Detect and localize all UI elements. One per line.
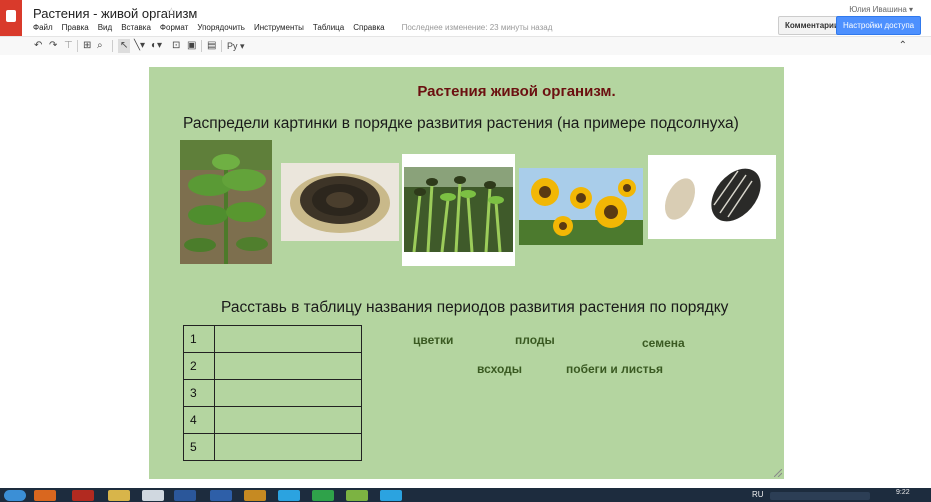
sunflower-seed-head-image[interactable] <box>281 163 399 241</box>
app-icon[interactable] <box>72 490 94 501</box>
table-row: 4 <box>183 406 362 434</box>
app-icon[interactable] <box>346 490 368 501</box>
toolbar: ↶ ↷ ⊤ ⊞ ⌕ ↖ ╲▾ ◐▾ ⊡ ▣ ▤ Ру ▾ ⌃ <box>0 36 931 56</box>
skype-icon[interactable] <box>380 490 402 501</box>
table-answer-cell[interactable] <box>214 325 362 353</box>
textbox-icon[interactable]: ⊡ <box>172 39 180 53</box>
young-sunflower-plant-image[interactable] <box>180 140 272 264</box>
table-row-number: 2 <box>183 352 215 380</box>
sunflower-seeds-image[interactable] <box>648 155 776 239</box>
menu-file[interactable]: Файл <box>33 23 53 32</box>
table-row-number: 3 <box>183 379 215 407</box>
table-answer-cell[interactable] <box>214 352 362 380</box>
word-fruits[interactable]: плоды <box>515 333 555 347</box>
sprouts-image[interactable] <box>402 154 515 266</box>
table-row: 5 <box>183 433 362 461</box>
menu-help[interactable]: Справка <box>353 23 384 32</box>
paint-format-icon[interactable]: ⊤ <box>64 39 73 53</box>
word-seeds[interactable]: семена <box>642 336 685 350</box>
browser-icon[interactable] <box>210 490 232 501</box>
menu-view[interactable]: Вид <box>98 23 112 32</box>
menu-format[interactable]: Формат <box>160 23 188 32</box>
shape-icon[interactable]: ◐▾ <box>151 39 162 53</box>
firefox-icon[interactable] <box>34 490 56 501</box>
user-account[interactable]: Юлия Ивашина ▾ <box>849 5 913 14</box>
table-answer-cell[interactable] <box>214 433 362 461</box>
table-row-number: 1 <box>183 325 215 353</box>
undo-icon[interactable]: ↶ <box>34 39 42 53</box>
menu-table[interactable]: Таблица <box>313 23 344 32</box>
menu-edit[interactable]: Правка <box>62 23 89 32</box>
collapse-icon[interactable]: ⌃ <box>899 39 907 53</box>
zoom-icon[interactable]: ⌕ <box>97 39 103 53</box>
share-button[interactable]: Настройки доступа <box>836 16 922 35</box>
star-icon[interactable]: ☆ <box>166 5 177 19</box>
select-icon[interactable]: ↖ <box>118 39 131 53</box>
redo-icon[interactable]: ↷ <box>49 39 57 53</box>
slides-logo[interactable] <box>0 0 22 36</box>
media-icon[interactable] <box>142 490 164 501</box>
table-answer-cell[interactable] <box>214 379 362 407</box>
line-icon[interactable]: ╲▾ <box>134 39 145 53</box>
keyboard-language[interactable]: RU <box>752 490 764 499</box>
stages-table[interactable]: 1 2 3 4 5 <box>183 325 362 461</box>
os-taskbar: RU 9:22 <box>0 488 931 502</box>
instruction-table[interactable]: Расставь в таблицу названия периодов раз… <box>221 299 728 317</box>
table-row: 2 <box>183 352 362 380</box>
table-row: 1 <box>183 325 362 353</box>
tray-icons[interactable] <box>770 492 870 500</box>
last-edit-status[interactable]: Последнее изменение: 23 минуты назад <box>402 23 553 32</box>
menu-arrange[interactable]: Упорядочить <box>197 23 245 32</box>
resize-handle-icon[interactable] <box>774 469 782 477</box>
word-sprouts[interactable]: всходы <box>477 362 522 376</box>
app-icon[interactable] <box>244 490 266 501</box>
table-answer-cell[interactable] <box>214 406 362 434</box>
zoom-fit-icon[interactable]: ⊞ <box>83 39 91 53</box>
start-button-icon[interactable] <box>4 490 26 501</box>
slide-title[interactable]: Растения живой организм. <box>149 83 784 100</box>
image-icon[interactable]: ▣ <box>187 39 196 53</box>
skype-icon[interactable] <box>278 490 300 501</box>
menu-insert[interactable]: Вставка <box>121 23 151 32</box>
clock[interactable]: 9:22 <box>896 489 910 496</box>
table-row: 3 <box>183 379 362 407</box>
word-shoots-leaves[interactable]: побеги и листья <box>566 362 663 376</box>
instruction-pictures[interactable]: Распредели картинки в порядке развития р… <box>183 115 739 133</box>
sunflower-flowers-image[interactable] <box>519 168 643 245</box>
input-language[interactable]: Ру ▾ <box>227 39 245 53</box>
slide[interactable]: Растения живой организм. Распредели карт… <box>149 67 784 479</box>
word-icon[interactable] <box>174 490 196 501</box>
table-row-number: 5 <box>183 433 215 461</box>
word-flowers[interactable]: цветки <box>413 333 453 347</box>
comment-icon[interactable]: ▤ <box>207 39 216 53</box>
table-row-number: 4 <box>183 406 215 434</box>
menu-bar: Файл Правка Вид Вставка Формат Упорядочи… <box>33 23 552 32</box>
folder-icon[interactable] <box>108 490 130 501</box>
editor-canvas: Растения живой организм. Распредели карт… <box>0 55 931 488</box>
menu-tools[interactable]: Инструменты <box>254 23 304 32</box>
app-icon[interactable] <box>312 490 334 501</box>
